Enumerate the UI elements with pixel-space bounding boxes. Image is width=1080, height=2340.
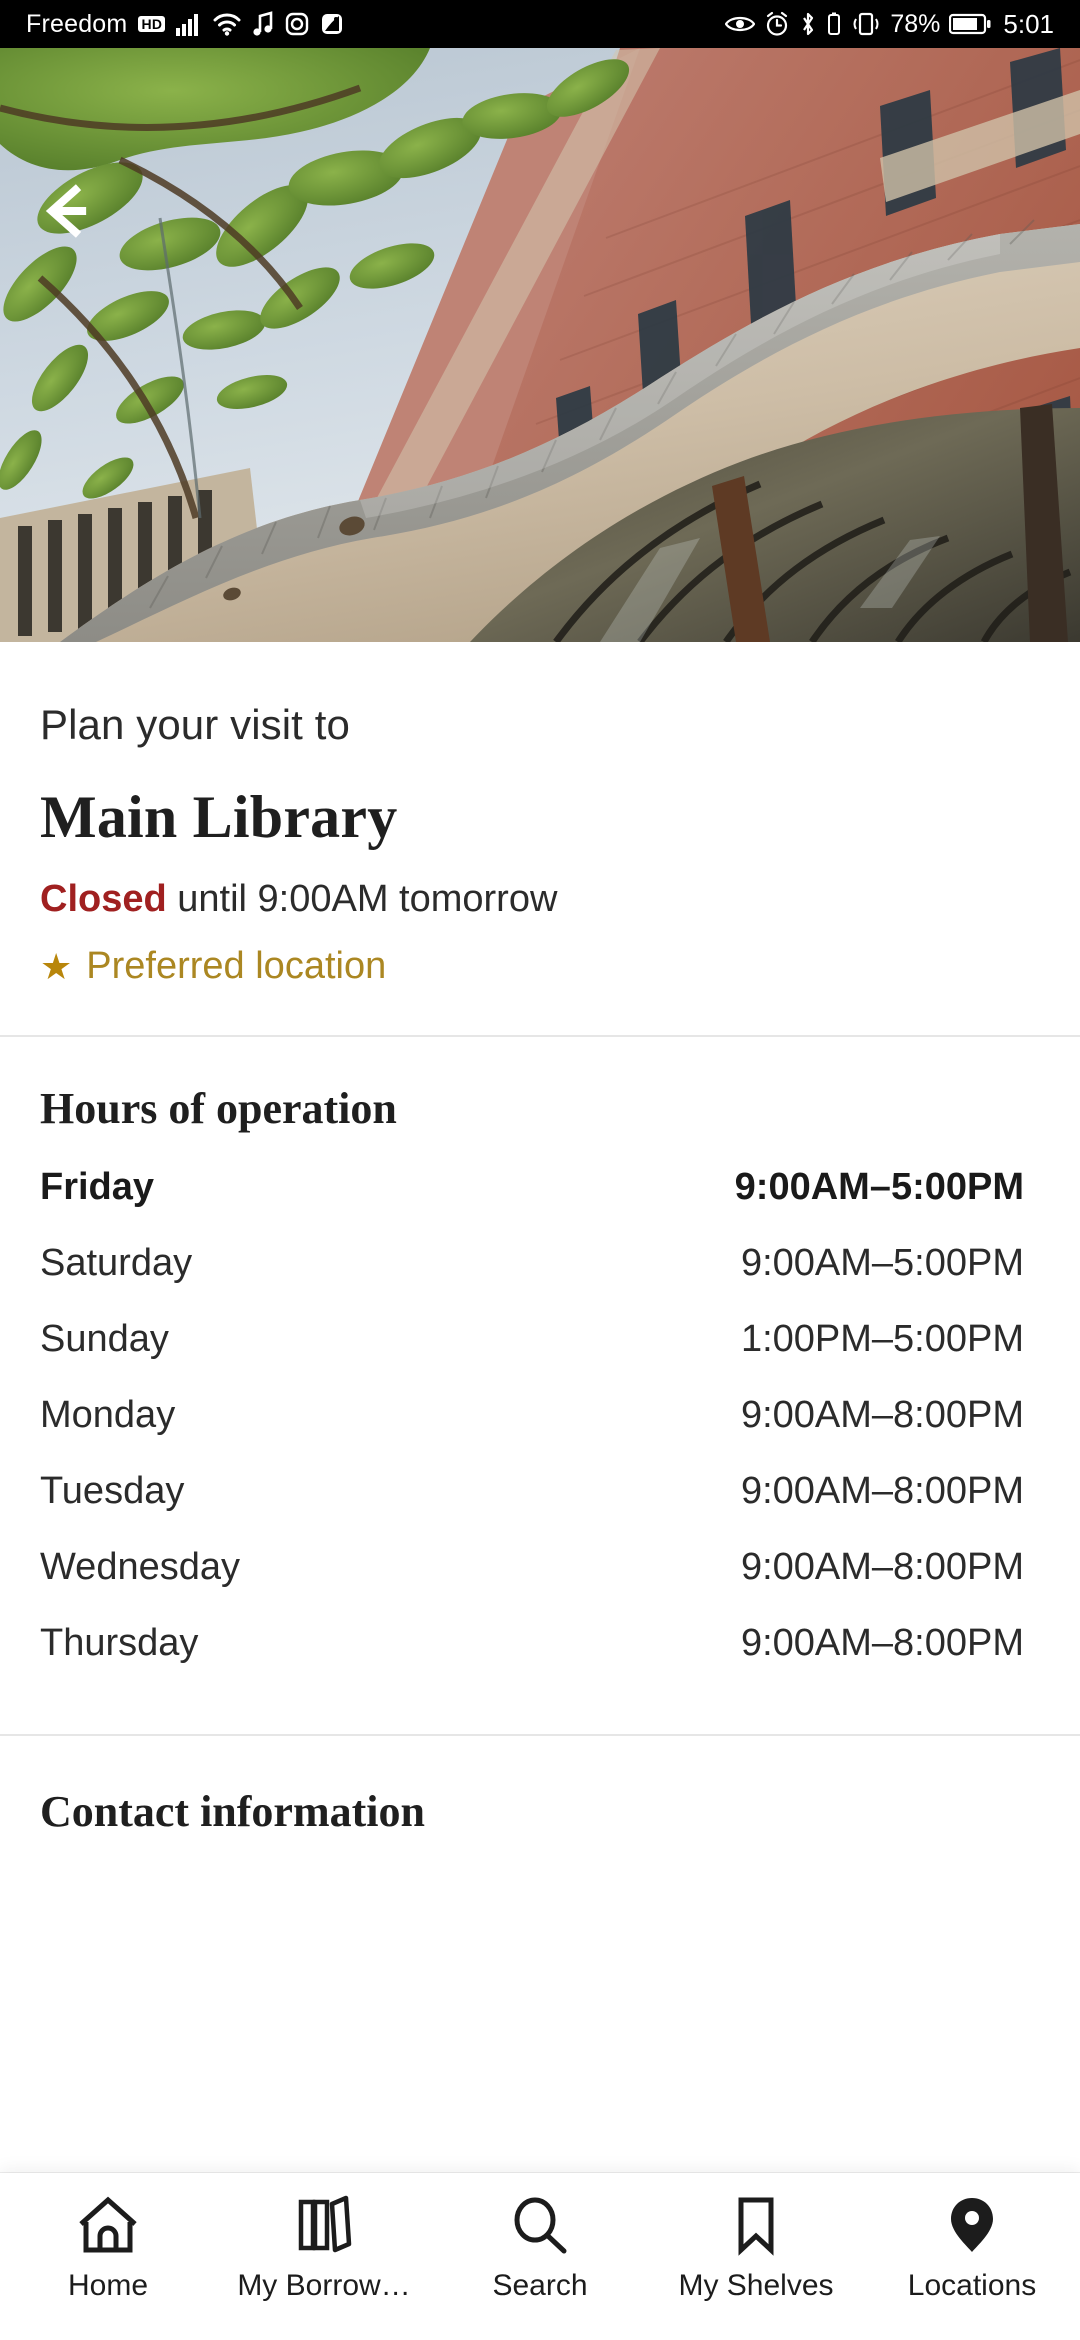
bluetooth-battery-icon xyxy=(826,11,842,37)
preferred-location-row[interactable]: ★ Preferred location xyxy=(40,945,1040,988)
bottom-navigation-bar: Home My Borrow… Search My Shelves Locati… xyxy=(0,2173,1080,2340)
page-title: Main Library xyxy=(40,784,398,850)
vibrate-icon xyxy=(851,11,881,37)
hours-list: Friday 9:00AM–5:00PM Saturday 9:00AM–5:0… xyxy=(40,1166,1040,1698)
back-arrow-icon[interactable] xyxy=(28,174,102,248)
contact-heading: Contact information xyxy=(40,1787,425,1836)
hd-badge: HD xyxy=(138,15,166,33)
carrier-label: Freedom xyxy=(26,9,128,38)
table-row: Wednesday 9:00AM–8:00PM xyxy=(40,1546,1040,1622)
eye-icon xyxy=(725,13,756,35)
table-row: Sunday 1:00PM–5:00PM xyxy=(40,1318,1040,1394)
map-pin-icon xyxy=(939,2189,1005,2261)
plan-visit-eyebrow: Plan your visit to xyxy=(40,701,350,748)
status-bar: Freedom HD 78% 5:01 xyxy=(0,0,1080,48)
hours-day: Wednesday xyxy=(40,1546,240,1588)
app-screen: Freedom HD 78% 5:01 Plan your visit to M… xyxy=(0,0,1080,2340)
status-badge: Closed xyxy=(40,878,167,920)
music-note-icon xyxy=(252,11,274,37)
hours-day: Sunday xyxy=(40,1318,169,1360)
open-status-line: Closed until 9:00AM tomorrow xyxy=(40,878,1040,921)
nav-item-search[interactable]: Search xyxy=(432,2189,648,2303)
nav-item-my-shelves[interactable]: My Shelves xyxy=(648,2189,864,2303)
nav-item-home[interactable]: Home xyxy=(0,2189,216,2303)
hours-time: 9:00AM–5:00PM xyxy=(734,1166,1024,1208)
screenshot-icon xyxy=(320,12,344,36)
wifi-icon xyxy=(213,12,241,36)
hours-time: 9:00AM–8:00PM xyxy=(740,1546,1024,1588)
status-bar-left: Freedom HD xyxy=(26,10,344,39)
hours-time: 1:00PM–5:00PM xyxy=(740,1318,1024,1360)
search-icon xyxy=(507,2189,573,2261)
hours-time: 9:00AM–8:00PM xyxy=(740,1394,1024,1436)
hours-time: 9:00AM–8:00PM xyxy=(740,1470,1024,1512)
preferred-location-label: Preferred location xyxy=(86,945,387,987)
nav-label-locations: Locations xyxy=(907,2269,1037,2302)
contact-section: Contact information xyxy=(0,1736,1080,1837)
battery-percent-label: 78% xyxy=(890,9,941,38)
instagram-icon xyxy=(285,12,309,36)
nav-item-locations[interactable]: Locations xyxy=(864,2189,1080,2303)
nav-label-my-borrowing: My Borrow… xyxy=(237,2269,411,2302)
status-detail: until 9:00AM tomorrow xyxy=(166,878,558,920)
signal-bars-icon xyxy=(176,12,202,36)
home-icon xyxy=(75,2189,141,2261)
nav-label-search: Search xyxy=(492,2269,588,2302)
hours-day: Saturday xyxy=(40,1242,193,1284)
table-row: Thursday 9:00AM–8:00PM xyxy=(40,1622,1040,1698)
hours-time: 9:00AM–5:00PM xyxy=(740,1242,1024,1284)
battery-icon xyxy=(949,13,991,35)
clock-label: 5:01 xyxy=(1003,8,1054,39)
table-row: Tuesday 9:00AM–8:00PM xyxy=(40,1470,1040,1546)
alarm-clock-icon xyxy=(764,11,790,37)
hours-time: 9:00AM–8:00PM xyxy=(740,1622,1024,1664)
table-row: Monday 9:00AM–8:00PM xyxy=(40,1394,1040,1470)
table-row: Friday 9:00AM–5:00PM xyxy=(40,1166,1040,1242)
location-hero-image xyxy=(0,48,1080,642)
hours-section: Hours of operation Friday 9:00AM–5:00PM … xyxy=(0,1037,1080,1698)
hours-day: Tuesday xyxy=(40,1470,185,1512)
nav-label-my-shelves: My Shelves xyxy=(678,2269,834,2302)
star-icon: ★ xyxy=(40,945,73,987)
hours-day: Thursday xyxy=(40,1622,199,1664)
bluetooth-icon xyxy=(799,11,817,37)
nav-label-home: Home xyxy=(67,2269,149,2302)
location-summary-section: Plan your visit to Main Library Closed u… xyxy=(0,642,1080,988)
hours-day: Monday xyxy=(40,1394,176,1436)
books-icon xyxy=(291,2189,357,2261)
status-bar-right: 78% 5:01 xyxy=(725,9,1054,40)
nav-item-my-borrowing[interactable]: My Borrow… xyxy=(216,2189,432,2303)
location-detail-content: Plan your visit to Main Library Closed u… xyxy=(0,642,1080,1837)
hours-day: Friday xyxy=(40,1166,155,1208)
table-row: Saturday 9:00AM–5:00PM xyxy=(40,1242,1040,1318)
bookmark-icon xyxy=(723,2189,789,2261)
hours-heading: Hours of operation xyxy=(40,1084,397,1133)
